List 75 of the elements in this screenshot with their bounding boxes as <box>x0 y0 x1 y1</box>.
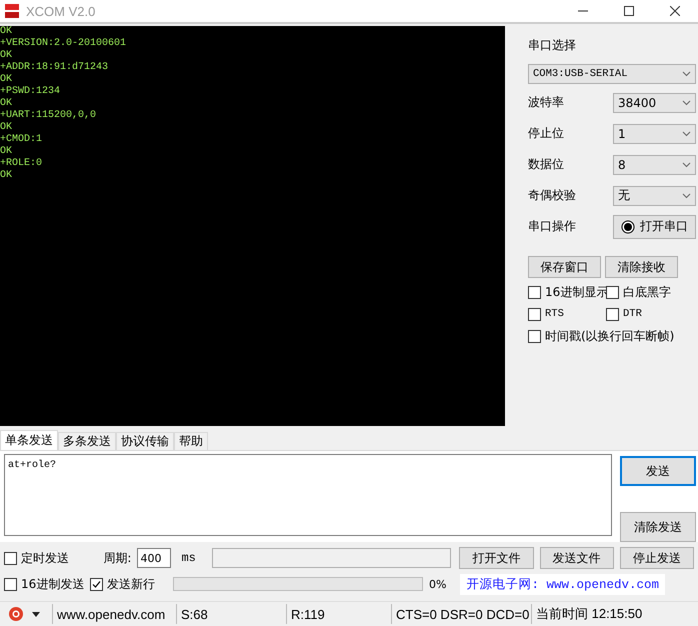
window-title: XCOM V2.0 <box>26 4 96 18</box>
checkbox-label: 白底黑字 <box>623 284 671 300</box>
send-button[interactable]: 清除发送 <box>620 512 696 542</box>
record-icon[interactable] <box>8 606 24 622</box>
setting-select[interactable]: 1 <box>613 124 696 144</box>
checkbox-label: DTR <box>623 308 642 320</box>
send-button[interactable]: 发送 <box>620 456 696 486</box>
setting-select[interactable]: 8 <box>613 154 696 174</box>
receive-button[interactable]: 清除接收 <box>605 256 678 278</box>
field-label: 波特率 <box>528 94 564 111</box>
checkbox-label: 时间戳(以换行回车断帧) <box>545 328 674 344</box>
checkbox-label: RTS <box>545 308 564 320</box>
unit-label: ms <box>181 551 196 565</box>
status-text: 当前时间 12:15:50 <box>531 604 661 624</box>
checkbox[interactable] <box>528 330 541 342</box>
chevron-down-icon <box>682 162 691 168</box>
field-label: 奇偶校验 <box>528 187 576 204</box>
checkbox[interactable] <box>4 578 17 590</box>
tab[interactable]: 多条发送 <box>58 432 116 450</box>
checkbox[interactable] <box>4 552 17 564</box>
tab[interactable]: 帮助 <box>174 432 208 450</box>
file-path-field[interactable] <box>212 548 452 568</box>
terminal-line: OK <box>0 98 14 110</box>
file-button[interactable]: 打开文件 <box>459 547 534 569</box>
terminal-line: +CMOD:1 <box>0 134 44 146</box>
operation-label: 串口操作 <box>528 218 576 235</box>
terminal-line: +VERSION:2.0-20100601 <box>0 38 128 50</box>
field-label: 数据位 <box>528 156 564 173</box>
checkbox[interactable] <box>528 308 541 320</box>
terminal-line: +ROLE:0 <box>0 158 44 170</box>
maximize-icon[interactable] <box>624 6 634 16</box>
radio-icon <box>621 220 635 234</box>
status-text: CTS=0 DSR=0 DCD=0 <box>391 604 531 624</box>
chevron-down-icon <box>682 71 691 77</box>
file-button[interactable]: 发送文件 <box>540 547 614 569</box>
status-text: www.openedv.com <box>52 604 176 624</box>
file-button[interactable]: 停止发送 <box>620 547 694 569</box>
setting-select[interactable]: 38400 <box>613 92 696 112</box>
period-label: 周期: <box>103 550 132 566</box>
chevron-down-icon <box>682 192 691 198</box>
caret-icon[interactable] <box>32 612 40 616</box>
status-text: R:119 <box>286 604 391 624</box>
port-label: 串口选择 <box>528 37 576 54</box>
checkbox-label: 16进制发送 <box>21 576 84 592</box>
terminal-line: OK <box>0 122 14 134</box>
tab[interactable]: 协议传输 <box>116 432 174 450</box>
period-field[interactable]: 400 <box>137 548 172 568</box>
tab[interactable]: 单条发送 <box>0 430 58 450</box>
terminal-line: +UART:115200,0,0 <box>0 110 98 122</box>
terminal-line: OK <box>0 26 14 38</box>
checkbox[interactable] <box>606 308 619 320</box>
status-text: S:68 <box>176 604 286 624</box>
send-text-field[interactable]: at+role? <box>4 454 612 536</box>
port-select[interactable]: COM3:USB-SERIAL <box>528 64 696 84</box>
checkbox[interactable] <box>606 286 619 298</box>
receive-button[interactable]: 保存窗口 <box>528 256 601 278</box>
checkbox-label: 发送新行 <box>107 576 155 592</box>
terminal-line: +ADDR:18:91:d71243 <box>0 62 110 74</box>
chevron-down-icon <box>682 100 691 106</box>
field-label: 停止位 <box>528 125 564 142</box>
terminal-line: +PSWD:1234 <box>0 86 62 98</box>
setting-select[interactable]: 无 <box>613 186 696 206</box>
open-port-button[interactable]: 打开串口 <box>613 214 696 238</box>
checkbox[interactable] <box>528 286 541 298</box>
progress-reading: 0% <box>429 578 446 590</box>
close-icon[interactable] <box>670 6 680 16</box>
banner-link[interactable]: 开源电子网: www.openedv.com <box>460 574 665 594</box>
chevron-down-icon <box>682 130 691 136</box>
logo-icon <box>4 3 20 19</box>
terminal-line: OK <box>0 170 14 182</box>
terminal-line: OK <box>0 74 14 86</box>
terminal-line: OK <box>0 146 14 158</box>
checkbox[interactable] <box>90 578 103 590</box>
checkbox-label: 定时发送 <box>21 550 69 566</box>
terminal-line: OK <box>0 50 14 62</box>
